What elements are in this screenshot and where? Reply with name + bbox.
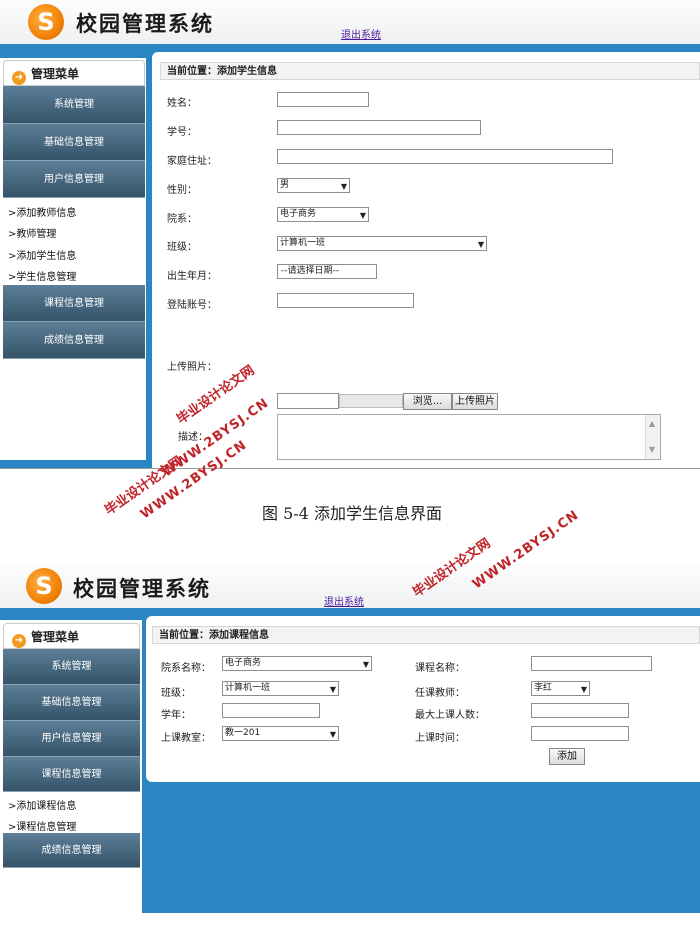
scroll-up-icon[interactable]: ▲ <box>649 419 655 428</box>
menu-system[interactable]: 系统管理 <box>3 86 145 124</box>
address-input[interactable] <box>277 149 613 164</box>
file-picker-field[interactable] <box>339 394 403 408</box>
label-name: 姓名： <box>167 98 197 109</box>
course-name-input[interactable] <box>531 656 652 671</box>
figure-caption: 图 5-4 添加学生信息界面 <box>262 504 442 523</box>
label-account: 登陆账号： <box>167 300 217 311</box>
sidebar-header: ➜ 管理菜单 <box>3 623 140 649</box>
add-button[interactable]: 添加 <box>549 748 585 765</box>
breadcrumb: 当前位置：添加课程信息 <box>152 626 700 644</box>
chevron-down-icon: ▼ <box>359 211 366 220</box>
label-department: 院系： <box>167 214 197 225</box>
birth-date-input[interactable]: --请选择日期-- <box>277 264 377 279</box>
scrollbar[interactable]: ▲ ▼ <box>645 415 660 459</box>
menu-user-info[interactable]: 用户信息管理 <box>3 721 140 757</box>
chevron-down-icon: ▼ <box>362 660 369 669</box>
label-birth: 出生年月： <box>167 271 217 282</box>
submenu-add-student[interactable]: >添加学生信息 <box>8 247 76 262</box>
time-input[interactable] <box>531 726 629 741</box>
menu-grade-info[interactable]: 成绩信息管理 <box>3 322 145 359</box>
arrow-right-icon: ➜ <box>12 634 26 648</box>
app-title: 校园管理系统 <box>73 577 211 601</box>
label-max-students: 最大上课人数： <box>415 710 485 721</box>
menu-grade-info[interactable]: 成绩信息管理 <box>3 833 140 868</box>
description-textarea[interactable]: ▲ ▼ <box>277 414 661 460</box>
label-photo: 上传照片： <box>167 362 217 373</box>
label-classroom: 上课教室： <box>161 733 211 744</box>
app-title: 校园管理系统 <box>76 12 214 36</box>
chevron-down-icon: ▼ <box>477 240 484 249</box>
upload-photo-button[interactable]: 上传照片 <box>452 393 498 410</box>
department-select[interactable]: 电子商务 ▼ <box>277 207 369 222</box>
student-id-input[interactable] <box>277 120 481 135</box>
account-input[interactable] <box>277 293 414 308</box>
classroom-select[interactable]: 教一201 ▼ <box>222 726 339 741</box>
chevron-down-icon: ▼ <box>580 685 587 694</box>
logout-link[interactable]: 退出系统 <box>341 26 381 41</box>
submenu-add-teacher[interactable]: >添加教师信息 <box>8 204 76 219</box>
label-teacher: 任课教师： <box>415 688 465 699</box>
label-department: 院系名称： <box>161 663 211 674</box>
sidebar-header: ➜ 管理菜单 <box>3 60 145 86</box>
menu-user-info[interactable]: 用户信息管理 <box>3 161 145 198</box>
chevron-down-icon: ▼ <box>329 730 336 739</box>
logo-icon: S <box>26 568 62 604</box>
menu-basic-info[interactable]: 基础信息管理 <box>3 685 140 721</box>
label-course-name: 课程名称： <box>415 663 465 674</box>
submenu-add-course[interactable]: >添加课程信息 <box>8 797 76 812</box>
header: S 校园管理系统 退出系统 <box>0 0 700 44</box>
label-class: 班级： <box>161 688 191 699</box>
logo-icon: S <box>28 4 64 40</box>
label-student-id: 学号： <box>167 127 197 138</box>
teacher-select[interactable]: 李红 ▼ <box>531 681 590 696</box>
scroll-down-icon[interactable]: ▼ <box>649 445 655 454</box>
screen1-bottom-border <box>0 468 700 469</box>
header-2: S 校园管理系统 退出系统 <box>0 563 700 608</box>
name-input[interactable] <box>277 92 369 107</box>
gender-select[interactable]: 男 ▼ <box>277 178 350 193</box>
class-select[interactable]: 计算机一班 ▼ <box>277 236 487 251</box>
class-select[interactable]: 计算机一班 ▼ <box>222 681 339 696</box>
label-address: 家庭住址： <box>167 156 217 167</box>
label-gender: 性别： <box>167 185 197 196</box>
max-students-input[interactable] <box>531 703 629 718</box>
menu-basic-info[interactable]: 基础信息管理 <box>3 124 145 161</box>
breadcrumb: 当前位置：添加学生信息 <box>160 62 700 80</box>
menu-course-info[interactable]: 课程信息管理 <box>3 757 140 792</box>
label-year: 学年： <box>161 710 191 721</box>
submenu-teacher-manage[interactable]: >教师管理 <box>8 225 56 240</box>
chevron-down-icon: ▼ <box>329 685 336 694</box>
label-time: 上课时间： <box>415 733 465 744</box>
menu-system[interactable]: 系统管理 <box>3 649 140 685</box>
year-input[interactable] <box>222 703 320 718</box>
submenu-course-manage[interactable]: >课程信息管理 <box>8 818 76 833</box>
label-class: 班级： <box>167 242 197 253</box>
browse-button[interactable]: 浏览... <box>403 393 452 410</box>
submenu-student-manage[interactable]: >学生信息管理 <box>8 268 76 283</box>
photo-path-input[interactable] <box>277 393 339 409</box>
chevron-down-icon: ▼ <box>340 182 347 191</box>
menu-course-info[interactable]: 课程信息管理 <box>3 285 145 322</box>
arrow-right-icon: ➜ <box>12 71 26 85</box>
logout-link[interactable]: 退出系统 <box>324 593 364 608</box>
department-select[interactable]: 电子商务 ▼ <box>222 656 372 671</box>
